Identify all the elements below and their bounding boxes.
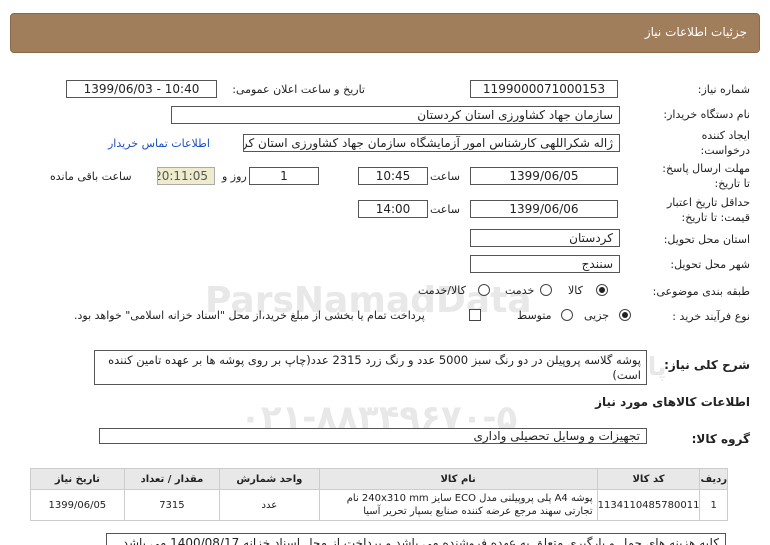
col-name: نام کالا <box>318 468 598 490</box>
treasury-payment-note: پرداخت تمام یا بخشی از مبلغ خرید،از محل … <box>74 309 425 322</box>
days-field[interactable]: 1 <box>249 167 319 185</box>
province-field[interactable]: کردستان <box>470 229 620 247</box>
buyer-label: نام دستگاه خریدار: <box>663 108 750 121</box>
cell-name: پوشه A4 پلی پروپیلنی مدل ECO سایز 240x31… <box>318 489 598 521</box>
col-qty: مقدار / تعداد <box>123 468 221 490</box>
remaining-timer: 20:11:05 <box>157 167 215 185</box>
table-header-row: ردیف کد کالا نام کالا واحد شمارش مقدار /… <box>30 468 728 490</box>
category-option-both: کالا/خدمت <box>418 284 466 297</box>
need-number-field[interactable]: 1199000071000153 <box>470 80 618 98</box>
col-date: تاریخ نیاز <box>30 468 125 490</box>
province-label: استان محل تحویل: <box>663 233 750 246</box>
summary-box: پوشه گلاسه پروپیلن در دو رنگ سبز 5000 عد… <box>94 350 647 385</box>
cell-code: 1134110485780011 <box>596 489 701 521</box>
process-label: نوع فرآیند خرید : <box>672 310 750 323</box>
category-radio-service[interactable] <box>540 284 552 296</box>
col-unit: واحد شمارش <box>219 468 320 490</box>
col-row: ردیف <box>699 468 728 490</box>
validity-time-label: ساعت <box>430 203 460 216</box>
validity-label: حداقل تاریخ اعتبار قیمت: تا تاریخ: <box>666 196 750 224</box>
reply-label: مهلت ارسال پاسخ: تا تاریخ: <box>662 162 750 190</box>
need-number-label: شماره نیاز: <box>697 83 750 96</box>
summary-label: شرح کلی نیاز: <box>664 358 750 372</box>
goods-group-field[interactable]: تجهیزات و وسایل تحصیلی واداری <box>99 428 647 444</box>
table-row: 1 1134110485780011 پوشه A4 پلی پروپیلنی … <box>30 489 728 521</box>
buyer-field[interactable]: سازمان جهاد کشاورزی استان کردستان <box>171 106 620 124</box>
cell-date: 1399/06/05 <box>30 489 125 521</box>
reply-time-field[interactable]: 10:45 <box>358 167 428 185</box>
process-radio-medium[interactable] <box>561 309 573 321</box>
col-code: کد کالا <box>596 468 701 490</box>
category-option-goods: کالا <box>568 284 583 297</box>
goods-group-label: گروه کالا: <box>691 432 750 446</box>
remaining-label: ساعت باقی مانده <box>50 170 132 183</box>
cell-row: 1 <box>699 489 728 521</box>
announce-label: تاریخ و ساعت اعلان عمومی: <box>232 83 365 96</box>
treasury-payment-checkbox[interactable] <box>469 309 481 321</box>
category-label: طبقه بندی موضوعی: <box>652 285 750 298</box>
category-radio-goods[interactable] <box>596 284 608 296</box>
process-radio-minor[interactable] <box>619 309 631 321</box>
validity-time-field[interactable]: 14:00 <box>358 200 428 218</box>
process-option-medium: متوسط <box>517 309 552 322</box>
cell-unit: عدد <box>219 489 320 521</box>
validity-date-field[interactable]: 1399/06/06 <box>470 200 618 218</box>
city-label: شهر محل تحویل: <box>670 258 750 271</box>
reply-date-field[interactable]: 1399/06/05 <box>470 167 618 185</box>
contact-buyer-link[interactable]: اطلاعات تماس خریدار <box>108 137 210 150</box>
creator-field[interactable]: ژاله شکراللهی کارشناس امور آزمایشگاه ساز… <box>243 134 620 152</box>
cell-qty: 7315 <box>123 489 221 521</box>
city-field[interactable]: سنندج <box>470 255 620 273</box>
announce-field[interactable]: 1399/06/03 - 10:40 <box>66 80 217 98</box>
goods-table: ردیف کد کالا نام کالا واحد شمارش مقدار /… <box>30 468 728 521</box>
process-option-minor: جزیی <box>584 309 610 322</box>
goods-section-title: اطلاعات کالاهای مورد نیاز <box>595 395 750 409</box>
page-title: جزئیات اطلاعات نیاز <box>644 25 747 39</box>
days-label: روز و <box>222 170 247 183</box>
creator-label: ایجاد کننده درخواست: <box>700 129 750 157</box>
header-panel: جزئیات اطلاعات نیاز <box>10 13 760 53</box>
category-option-service: خدمت <box>505 284 535 297</box>
reply-time-label: ساعت <box>430 170 460 183</box>
category-radio-both[interactable] <box>478 284 490 296</box>
buyer-notes-box: کلیه هزینه های حمل و بارگیری متعلق به عه… <box>106 533 726 545</box>
